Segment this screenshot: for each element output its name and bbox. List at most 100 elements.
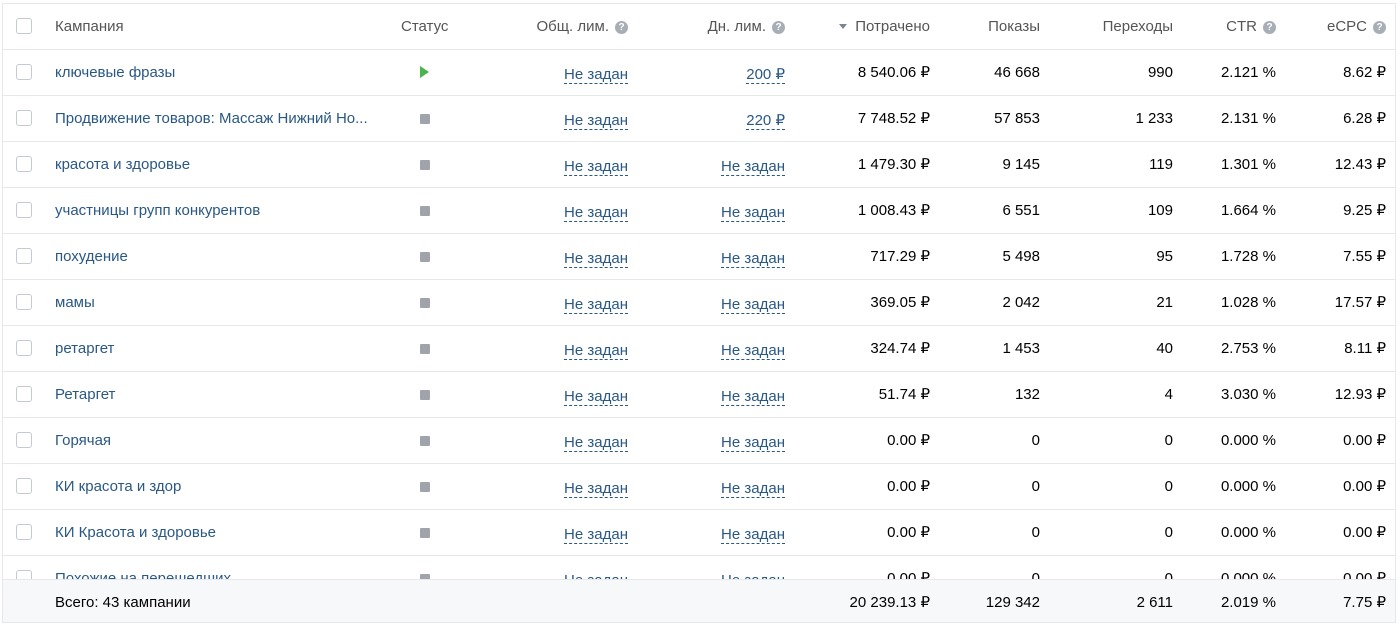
campaign-name-link[interactable]: ретаргет bbox=[55, 340, 114, 357]
campaign-name-link[interactable]: ключевые фразы bbox=[55, 64, 175, 81]
total-limit-link[interactable]: Не задан bbox=[564, 158, 628, 176]
campaign-name-link[interactable]: участницы групп конкурентов bbox=[55, 202, 260, 219]
header-spent[interactable]: Потрачено bbox=[839, 4, 930, 49]
status-cell[interactable] bbox=[401, 142, 461, 187]
campaign-name-link[interactable]: красота и здоровье bbox=[55, 156, 190, 173]
daily-limit-link[interactable]: Не задан bbox=[721, 388, 785, 406]
status-cell[interactable] bbox=[401, 50, 461, 95]
row-checkbox[interactable] bbox=[16, 294, 32, 310]
header-campaign[interactable]: Кампания bbox=[55, 4, 375, 49]
help-icon[interactable]: ? bbox=[615, 21, 628, 34]
ctr-value: 0.000 % bbox=[1220, 432, 1276, 449]
select-all-checkbox[interactable] bbox=[16, 18, 32, 34]
total-limit-link[interactable]: Не задан bbox=[564, 296, 628, 314]
table-row[interactable]: участницы групп конкурентов Не задан Не за… bbox=[3, 188, 1395, 234]
table-row[interactable]: похудение Не задан Не задан 717.29 ₽ 5 498 95… bbox=[3, 234, 1395, 280]
status-cell[interactable] bbox=[401, 96, 461, 141]
table-row[interactable]: ретаргет Не задан Не задан 324.74 ₽ 1 453 40 2… bbox=[3, 326, 1395, 372]
table-row[interactable]: КИ красота и здор Не задан Не задан 0.00 ₽ 0… bbox=[3, 464, 1395, 510]
stop-icon[interactable] bbox=[420, 160, 430, 170]
stop-icon[interactable] bbox=[420, 436, 430, 446]
header-status[interactable]: Статус bbox=[401, 4, 461, 49]
row-checkbox[interactable] bbox=[16, 248, 32, 264]
daily-limit-link[interactable]: 220 ₽ bbox=[746, 112, 785, 130]
table-row[interactable]: Продвижение товаров: Массаж Нижний Но...… bbox=[3, 96, 1395, 142]
row-checkbox[interactable] bbox=[16, 156, 32, 172]
help-icon[interactable]: ? bbox=[1263, 21, 1276, 34]
daily-limit-link[interactable]: Не задан bbox=[721, 158, 785, 176]
ctr-value: 2.131 % bbox=[1220, 110, 1276, 127]
ctr-value: 1.664 % bbox=[1220, 202, 1276, 219]
header-total-limit[interactable]: Общ. лим.? bbox=[536, 4, 628, 49]
row-checkbox[interactable] bbox=[16, 202, 32, 218]
status-cell[interactable] bbox=[401, 372, 461, 417]
campaign-name-link[interactable]: КИ Красота и здоровье bbox=[55, 524, 216, 541]
daily-limit-link[interactable]: Не задан bbox=[721, 250, 785, 268]
campaign-name-link[interactable]: Горячая bbox=[55, 432, 111, 449]
stop-icon[interactable] bbox=[420, 344, 430, 354]
status-cell[interactable] bbox=[401, 280, 461, 325]
ecpc-value: 17.57 ₽ bbox=[1334, 294, 1386, 311]
total-limit-link[interactable]: Не задан bbox=[564, 480, 628, 498]
total-limit-link[interactable]: Не задан bbox=[564, 250, 628, 268]
header-ecpc[interactable]: eCPC? bbox=[1327, 4, 1386, 49]
daily-limit-link[interactable]: Не задан bbox=[721, 434, 785, 452]
stop-icon[interactable] bbox=[420, 528, 430, 538]
row-checkbox[interactable] bbox=[16, 386, 32, 402]
total-limit-link[interactable]: Не задан bbox=[564, 112, 628, 130]
table-row[interactable]: красота и здоровье Не задан Не задан 1 479.… bbox=[3, 142, 1395, 188]
total-limit-link[interactable]: Не задан bbox=[564, 342, 628, 360]
total-limit-link[interactable]: Не задан bbox=[564, 526, 628, 544]
table-row[interactable]: мамы Не задан Не задан 369.05 ₽ 2 042 21 1.028… bbox=[3, 280, 1395, 326]
header-daily-limit[interactable]: Дн. лим.? bbox=[708, 4, 785, 49]
daily-limit-link[interactable]: Не задан bbox=[721, 296, 785, 314]
daily-limit-link[interactable]: 200 ₽ bbox=[746, 66, 785, 84]
total-limit-link[interactable]: Не задан bbox=[564, 66, 628, 84]
header-ctr[interactable]: CTR? bbox=[1226, 4, 1276, 49]
daily-limit-link[interactable]: Не задан bbox=[721, 342, 785, 360]
header-views[interactable]: Показы bbox=[988, 4, 1040, 49]
stop-icon[interactable] bbox=[420, 482, 430, 492]
daily-limit-link[interactable]: Не задан bbox=[721, 204, 785, 222]
ecpc-value: 0.00 ₽ bbox=[1343, 432, 1386, 449]
table-row[interactable]: Горячая Не задан Не задан 0.00 ₽ 0 0 0.000 % 0.… bbox=[3, 418, 1395, 464]
row-checkbox[interactable] bbox=[16, 432, 32, 448]
help-icon[interactable]: ? bbox=[1373, 21, 1386, 34]
daily-limit-link[interactable]: Не задан bbox=[721, 526, 785, 544]
campaign-name-link[interactable]: КИ красота и здор bbox=[55, 478, 181, 495]
campaign-name-link[interactable]: Продвижение товаров: Массаж Нижний Но... bbox=[55, 110, 368, 127]
daily-limit-link[interactable]: Не задан bbox=[721, 480, 785, 498]
views-value: 5 498 bbox=[1002, 248, 1040, 265]
stop-icon[interactable] bbox=[420, 206, 430, 216]
campaign-name-link[interactable]: похудение bbox=[55, 248, 128, 265]
stop-icon[interactable] bbox=[420, 114, 430, 124]
status-cell[interactable] bbox=[401, 510, 461, 555]
row-checkbox[interactable] bbox=[16, 524, 32, 540]
status-cell[interactable] bbox=[401, 326, 461, 371]
total-limit-link[interactable]: Не задан bbox=[564, 434, 628, 452]
status-cell[interactable] bbox=[401, 464, 461, 509]
table-row[interactable]: ключевые фразы Не задан 200 ₽ 8 540.06 ₽ 46 … bbox=[3, 50, 1395, 96]
total-limit-link[interactable]: Не задан bbox=[564, 204, 628, 222]
total-limit-link[interactable]: Не задан bbox=[564, 388, 628, 406]
spent-value: 1 479.30 ₽ bbox=[857, 156, 930, 173]
views-value: 132 bbox=[1014, 386, 1040, 403]
stop-icon[interactable] bbox=[420, 298, 430, 308]
help-icon[interactable]: ? bbox=[772, 21, 785, 34]
campaign-name-link[interactable]: мамы bbox=[55, 294, 95, 311]
row-checkbox[interactable] bbox=[16, 340, 32, 356]
row-checkbox[interactable] bbox=[16, 64, 32, 80]
status-cell[interactable] bbox=[401, 418, 461, 463]
status-cell[interactable] bbox=[401, 188, 461, 233]
clicks-value: 21 bbox=[1156, 294, 1173, 311]
play-icon[interactable] bbox=[420, 66, 429, 78]
campaign-name-link[interactable]: Ретаргет bbox=[55, 386, 115, 403]
table-row[interactable]: КИ Красота и здоровье Не задан Не задан 0.0… bbox=[3, 510, 1395, 556]
header-clicks[interactable]: Переходы bbox=[1103, 4, 1173, 49]
stop-icon[interactable] bbox=[420, 390, 430, 400]
stop-icon[interactable] bbox=[420, 252, 430, 262]
status-cell[interactable] bbox=[401, 234, 461, 279]
row-checkbox[interactable] bbox=[16, 110, 32, 126]
row-checkbox[interactable] bbox=[16, 478, 32, 494]
table-row[interactable]: Ретаргет Не задан Не задан 51.74 ₽ 132 4 3.030… bbox=[3, 372, 1395, 418]
